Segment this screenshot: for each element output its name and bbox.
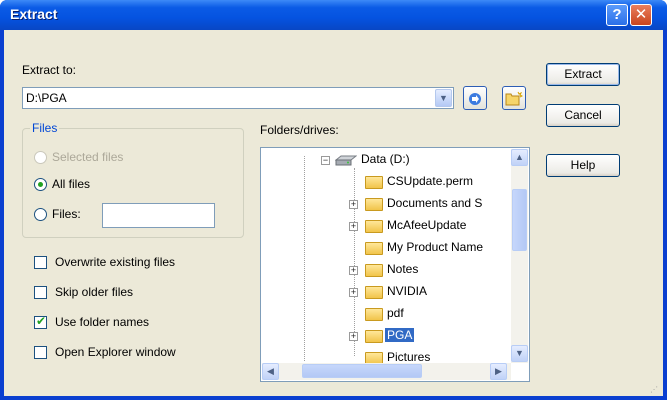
tree-item-label: Documents and S	[387, 196, 483, 210]
horizontal-scrollbar[interactable]: ◀ ▶	[262, 363, 511, 380]
drive-icon	[335, 155, 357, 166]
tree-item-label: pdf	[387, 306, 404, 320]
tree-item-pga[interactable]: + PGA	[349, 326, 529, 348]
collapse-icon[interactable]: −	[321, 156, 330, 165]
tree-item-label: NVIDIA	[387, 284, 428, 298]
tree-item-label: CSUpdate.perm	[387, 174, 474, 188]
extract-dialog: Extract ? ✕ Extract to: D:\PGA ▼ Extract…	[0, 0, 667, 400]
skip-older-checkbox[interactable]	[34, 286, 47, 299]
folder-icon	[365, 242, 383, 255]
overwrite-checkbox[interactable]	[34, 256, 47, 269]
refresh-button[interactable]	[463, 86, 487, 110]
tree-item-label: My Product Name	[387, 240, 484, 254]
folder-icon	[365, 176, 383, 189]
tree-item-label: McAfeeUpdate	[387, 218, 467, 232]
tree-item-pdf[interactable]: pdf	[349, 304, 529, 326]
files-filter-input[interactable]	[102, 203, 215, 228]
chevron-down-icon[interactable]: ▼	[435, 89, 452, 107]
files-group-title: Files	[30, 121, 60, 135]
extract-to-combobox[interactable]: D:\PGA ▼	[22, 87, 454, 109]
new-folder-button[interactable]	[502, 86, 526, 110]
drive-label: Data (D:)	[361, 152, 410, 166]
tree-item-label: Pictures	[387, 350, 431, 364]
extract-button[interactable]: Extract	[546, 63, 620, 86]
expand-icon[interactable]: +	[349, 332, 358, 341]
overwrite-label: Overwrite existing files	[55, 255, 176, 269]
expand-icon[interactable]: +	[349, 266, 358, 275]
resize-grip-icon[interactable]: ⋰	[650, 385, 662, 397]
expand-icon[interactable]: +	[349, 200, 358, 209]
tree-item-label-selected: PGA	[385, 328, 415, 342]
folder-icon	[365, 286, 383, 299]
files-radio[interactable]	[34, 208, 47, 221]
open-folder-icon	[365, 330, 383, 343]
horizontal-scroll-thumb[interactable]	[302, 364, 422, 378]
selected-files-label: Selected files	[52, 150, 124, 164]
cancel-button[interactable]: Cancel	[546, 104, 620, 127]
skip-older-label: Skip older files	[55, 285, 134, 299]
window-title: Extract	[10, 6, 58, 22]
checkmark-icon: ✔	[36, 314, 47, 328]
tree-item-documents[interactable]: + Documents and S	[349, 194, 529, 216]
files-label: Files:	[52, 207, 81, 221]
tree-item-csupdate[interactable]: CSUpdate.perm	[349, 172, 529, 194]
tree-item-my-product-name[interactable]: My Product Name	[349, 238, 529, 260]
tree-item-mcafeeupdate[interactable]: + McAfeeUpdate	[349, 216, 529, 238]
selected-files-radio[interactable]	[34, 151, 47, 164]
folder-tree[interactable]: − Data (D:) CSUpdate.perm + Documents an…	[260, 147, 530, 382]
vertical-scroll-thumb[interactable]	[512, 189, 527, 251]
folder-icon	[365, 198, 383, 211]
all-files-radio[interactable]	[34, 178, 47, 191]
tree-item-nvidia[interactable]: + NVIDIA	[349, 282, 529, 304]
vertical-scrollbar[interactable]: ▲ ▼	[511, 149, 528, 363]
expand-icon[interactable]: +	[349, 222, 358, 231]
new-folder-icon	[505, 91, 524, 106]
extract-to-label: Extract to:	[22, 63, 77, 77]
tree-line	[304, 156, 305, 361]
use-folder-names-label: Use folder names	[55, 315, 150, 329]
refresh-icon	[469, 92, 481, 105]
scroll-left-icon[interactable]: ◀	[262, 363, 279, 380]
use-folder-names-checkbox[interactable]: ✔	[34, 314, 47, 329]
all-files-label: All files	[52, 177, 91, 191]
scroll-up-icon[interactable]: ▲	[511, 149, 528, 166]
folder-icon	[365, 264, 383, 277]
help-title-button[interactable]: ?	[606, 4, 628, 26]
expand-icon[interactable]: +	[349, 288, 358, 297]
close-button[interactable]: ✕	[630, 4, 652, 26]
folder-icon	[365, 308, 383, 321]
title-bar[interactable]: Extract ? ✕	[0, 0, 667, 30]
tree-item-drive[interactable]: − Data (D:)	[321, 150, 521, 172]
tree-item-notes[interactable]: + Notes	[349, 260, 529, 282]
extract-path-value: D:\PGA	[26, 91, 67, 105]
folders-drives-label: Folders/drives:	[260, 123, 339, 137]
radio-selected-dot	[38, 182, 43, 187]
open-explorer-label: Open Explorer window	[55, 345, 176, 359]
scroll-right-icon[interactable]: ▶	[490, 363, 507, 380]
folder-icon	[365, 220, 383, 233]
scroll-down-icon[interactable]: ▼	[511, 345, 528, 362]
tree-item-label: Notes	[387, 262, 419, 276]
help-button[interactable]: Help	[546, 154, 620, 177]
open-explorer-checkbox[interactable]	[34, 346, 47, 359]
